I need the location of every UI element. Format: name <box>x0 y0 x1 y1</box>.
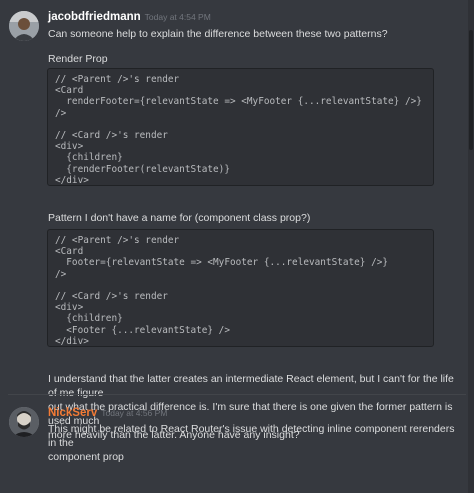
scrollbar-thumb[interactable] <box>469 30 473 150</box>
code-line: {children} <box>55 152 123 164</box>
code-line: {children} <box>55 313 123 325</box>
timestamp: Today at 4:56 PM <box>101 408 168 418</box>
user-avatar-icon <box>9 11 39 41</box>
code-line: /> <box>55 107 67 119</box>
text-line: This might be related to React Router's … <box>48 423 455 449</box>
message-header: NickServ Today at 4:56 PM <box>48 406 462 420</box>
code-line: <Footer {...relevantState} /> <box>55 324 230 336</box>
code-line: {renderFooter(relevantState)} <box>55 163 230 175</box>
avatar[interactable] <box>9 407 39 437</box>
message-1: jacobdfriedmann Today at 4:54 PM Can some… <box>0 0 474 441</box>
message-text: Can someone help to explain the differen… <box>48 28 388 40</box>
timestamp: Today at 4:54 PM <box>144 12 211 22</box>
code-line: Footer={relevantState => <MyFooter {...r… <box>55 257 389 269</box>
code-line: </div> <box>55 174 89 186</box>
code-line: // <Card />'s render <box>55 129 168 141</box>
scrollbar[interactable] <box>468 0 474 493</box>
code-label: Pattern I don't have a name for (compone… <box>48 212 311 224</box>
code-block: // <Parent />'s render <Card renderFooter… <box>47 68 434 186</box>
code-line: /> <box>55 268 67 280</box>
code-line: // <Parent />'s render <box>55 74 180 85</box>
code-line: <Card <box>55 246 84 258</box>
message-text: This might be related to React Router's … <box>48 422 462 464</box>
text-line: component prop <box>48 451 124 463</box>
code-line: <div> <box>55 302 84 314</box>
avatar[interactable] <box>9 11 39 41</box>
code-line: <Card <box>55 85 84 97</box>
code-label: Render Prop <box>48 53 108 65</box>
code-line: // <Card />'s render <box>55 290 168 302</box>
code-line: renderFooter={relevantState => <MyFooter… <box>55 96 422 108</box>
username[interactable]: NickServ <box>48 407 97 419</box>
message-header: jacobdfriedmann Today at 4:54 PM <box>48 10 462 24</box>
message-2: NickServ Today at 4:56 PM This might be r… <box>0 395 474 493</box>
code-line: <div> <box>55 141 84 153</box>
code-line: </div> <box>55 335 89 347</box>
user-avatar-icon <box>9 407 39 437</box>
username[interactable]: jacobdfriedmann <box>48 11 141 23</box>
code-line: // <Parent />'s render <box>55 235 180 246</box>
code-block: // <Parent />'s render <Card Footer={rele… <box>47 229 434 347</box>
